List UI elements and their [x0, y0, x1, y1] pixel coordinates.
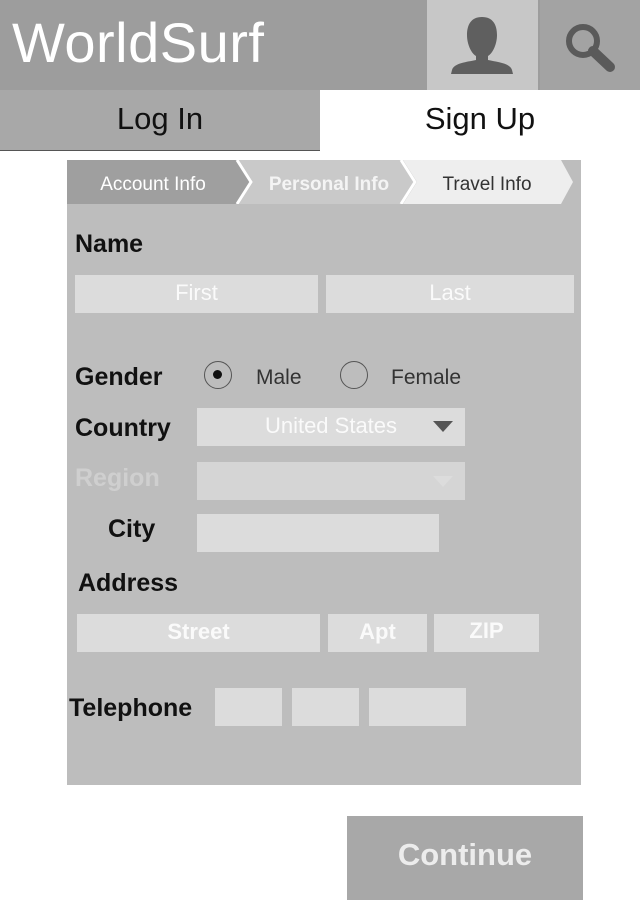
- step-indicator: Account Info Personal Info Travel Info: [67, 160, 581, 204]
- street-placeholder: Street: [167, 619, 230, 644]
- country-value: United States: [264, 413, 398, 438]
- gender-male-label[interactable]: Male: [256, 366, 302, 390]
- tab-sign-up-label: Sign Up: [424, 101, 536, 136]
- continue-button[interactable]: Continue: [347, 816, 583, 900]
- chevron-down-icon: [433, 476, 453, 487]
- person-icon: [451, 17, 513, 74]
- last-name-placeholder: Last: [429, 280, 471, 305]
- tab-sign-up[interactable]: Sign Up: [320, 90, 640, 150]
- step-account-info[interactable]: Account Info: [67, 160, 239, 204]
- first-name-placeholder: First: [175, 280, 218, 305]
- region-label: Region: [75, 464, 160, 492]
- name-label: Name: [75, 230, 144, 258]
- gender-male-radio[interactable]: [204, 361, 232, 389]
- chevron-down-icon: [433, 421, 453, 432]
- radio-selected-dot: [213, 370, 222, 379]
- street-field[interactable]: Street: [77, 614, 320, 652]
- profile-button[interactable]: [427, 0, 538, 90]
- tab-divider: [0, 150, 320, 151]
- address-label: Address: [78, 569, 179, 597]
- zip-field[interactable]: ZIP: [434, 614, 539, 652]
- telephone-line-field[interactable]: [369, 688, 466, 726]
- continue-button-label: Continue: [397, 837, 533, 872]
- telephone-label: Telephone: [69, 694, 193, 722]
- telephone-area-code-field[interactable]: [215, 688, 282, 726]
- apt-field[interactable]: Apt: [328, 614, 427, 652]
- first-name-field[interactable]: First: [75, 275, 318, 313]
- zip-placeholder: ZIP: [469, 618, 504, 643]
- city-label: City: [108, 515, 156, 543]
- tab-log-in-label: Log In: [116, 101, 204, 136]
- country-select[interactable]: United States: [197, 408, 465, 446]
- gender-label: Gender: [75, 363, 163, 391]
- step-travel-info[interactable]: Travel Info: [417, 160, 557, 204]
- telephone-prefix-field[interactable]: [292, 688, 359, 726]
- step-personal-info[interactable]: Personal Info: [253, 160, 405, 204]
- search-icon: [566, 24, 615, 72]
- country-label: Country: [75, 414, 171, 442]
- city-field[interactable]: [197, 514, 439, 552]
- app-title: WorldSurf: [12, 11, 265, 74]
- gender-female-label[interactable]: Female: [391, 366, 461, 390]
- region-select[interactable]: [197, 462, 465, 500]
- tab-log-in[interactable]: Log In: [0, 90, 320, 150]
- last-name-field[interactable]: Last: [326, 275, 574, 313]
- apt-placeholder: Apt: [359, 619, 396, 644]
- search-button[interactable]: [540, 0, 640, 90]
- gender-female-radio[interactable]: [340, 361, 368, 389]
